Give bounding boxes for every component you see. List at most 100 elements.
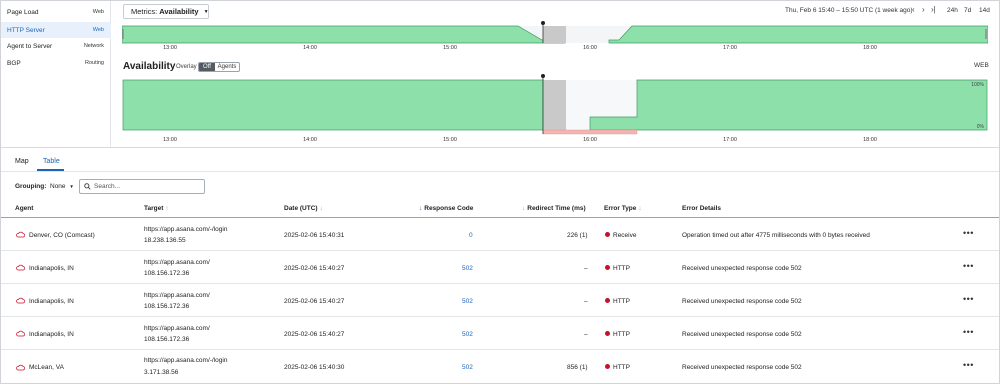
sidebar-item-kind: Web — [92, 9, 104, 15]
timeline-marker-handle[interactable] — [541, 21, 545, 25]
column-header-agent[interactable]: Agent — [15, 205, 33, 212]
error-band — [542, 129, 638, 135]
more-options-icon[interactable]: ••• — [963, 327, 974, 337]
response-code-link[interactable]: 502 — [462, 265, 473, 272]
column-header-label: Date (UTC) — [284, 205, 318, 212]
timeline-tick: 15:00 — [443, 45, 457, 51]
x-axis-tick: 18:00 — [863, 137, 877, 143]
sidebar-item-page-load[interactable]: Page Load Web — [1, 4, 111, 20]
error-dot-icon — [605, 331, 610, 336]
timeline-tick: 13:00 — [163, 45, 177, 51]
target-url: https://app.asana.com/ — [144, 292, 210, 299]
column-header-target[interactable]: Target ↑ — [144, 205, 169, 212]
overlay-off-option[interactable]: Off — [199, 63, 215, 71]
span-7d-button[interactable]: 7d — [964, 7, 971, 14]
target-url: https://app.asana.com/ — [144, 325, 210, 332]
scope-label: WEB — [974, 62, 989, 69]
x-axis-tick: 13:00 — [163, 137, 177, 143]
more-options-icon[interactable]: ••• — [963, 294, 974, 304]
chevron-left-icon[interactable]: ‹ — [912, 5, 915, 14]
column-header-date[interactable]: Date (UTC) ↓ — [284, 205, 323, 212]
availability-chart[interactable]: 100% 0% 13:00 14:00 15:00 16:00 17:00 18… — [122, 73, 988, 145]
response-code-link[interactable]: 502 — [462, 364, 473, 371]
chart-selection[interactable] — [543, 80, 566, 130]
target-url: https://app.asana.com/-/login — [144, 357, 228, 364]
error-dot-icon — [605, 265, 610, 270]
timeline-tick: 18:00 — [863, 45, 877, 51]
tab-map[interactable]: Map — [15, 158, 29, 165]
more-options-icon[interactable]: ••• — [963, 261, 974, 271]
sort-arrow-icon: ↓ — [522, 205, 526, 212]
timeline-tick: 14:00 — [303, 45, 317, 51]
more-options-icon[interactable]: ••• — [963, 228, 974, 238]
target-ip: 108.156.172.36 — [144, 270, 190, 277]
overlay-toggle[interactable]: Off Agents — [198, 62, 240, 72]
sidebar-item-kind: Web — [92, 27, 104, 33]
test-type-sidebar: Page Load Web HTTP Server Web Agent to S… — [1, 1, 111, 148]
availability-bar-after — [589, 79, 988, 131]
table-row[interactable]: Denver, CO (Comcast) https://app.asana.c… — [1, 218, 999, 251]
column-header-error-type[interactable]: Error Type ↓ — [604, 205, 642, 212]
sidebar-item-label: HTTP Server — [7, 26, 45, 34]
sidebar-item-kind: Routing — [85, 60, 104, 66]
sidebar-item-label: Page Load — [7, 8, 39, 16]
table-row[interactable]: McLean, VA https://app.asana.com/-/login… — [1, 350, 999, 383]
chart-marker-handle[interactable] — [541, 74, 545, 78]
sidebar-item-agent-to-server[interactable]: Agent to Server Network — [1, 38, 111, 54]
timeline-selection[interactable] — [543, 26, 566, 43]
redirect-time: 856 (1) — [567, 364, 588, 371]
cloud-agent-icon — [16, 330, 25, 337]
x-axis-tick: 17:00 — [723, 137, 737, 143]
response-code-link[interactable]: 502 — [462, 298, 473, 305]
sidebar-item-http-server[interactable]: HTTP Server Web — [1, 22, 111, 38]
span-24h-button[interactable]: 24h — [947, 7, 958, 14]
metrics-prefix: Metrics: — [131, 7, 158, 16]
sidebar-item-label: Agent to Server — [7, 42, 53, 50]
y-axis-bottom-label: 0% — [977, 124, 985, 130]
column-header-redirect-time[interactable]: ↓ Redirect Time (ms) — [522, 205, 586, 212]
error-type: HTTP — [605, 331, 630, 338]
redirect-time: – — [584, 331, 588, 338]
sidebar-item-bgp[interactable]: BGP Routing — [1, 55, 111, 71]
grouping-dropdown[interactable]: None ▼ — [50, 183, 74, 190]
sort-arrow-icon: ↓ — [319, 205, 323, 212]
span-14d-button[interactable]: 14d — [979, 7, 990, 14]
column-header-response-code[interactable]: ↓ Response Code — [419, 205, 473, 212]
response-code-link[interactable]: 502 — [462, 331, 473, 338]
agent-name: Denver, CO (Comcast) — [29, 232, 95, 239]
redirect-time: 226 (1) — [567, 232, 588, 239]
tab-table[interactable]: Table — [43, 158, 60, 165]
more-options-icon[interactable]: ••• — [963, 360, 974, 370]
skip-to-end-icon[interactable]: ›| — [931, 5, 936, 14]
sort-arrow-icon: ↓ — [638, 205, 642, 212]
timeline-strip[interactable]: 13:00 14:00 15:00 16:00 17:00 18:00 — [122, 20, 988, 54]
metrics-value: Availability — [159, 7, 199, 16]
sidebar-item-kind: Network — [83, 43, 104, 49]
grouping-label: Grouping: — [15, 183, 47, 190]
error-details: Received unexpected response code 502 — [682, 265, 802, 272]
cloud-agent-icon — [16, 264, 25, 271]
error-type-label: Receive — [613, 232, 637, 239]
date-cell: 2025-02-06 15:40:27 — [284, 298, 345, 305]
agent-name: Indianapolis, IN — [29, 265, 74, 272]
response-code-link[interactable]: 0 — [469, 232, 473, 239]
table-row[interactable]: Indianapolis, IN https://app.asana.com/ … — [1, 317, 999, 350]
x-axis-tick: 16:00 — [583, 137, 597, 143]
table-row[interactable]: Indianapolis, IN https://app.asana.com/ … — [1, 251, 999, 284]
search-box[interactable] — [79, 179, 205, 194]
cloud-agent-icon — [16, 231, 25, 238]
agent-name: Indianapolis, IN — [29, 298, 74, 305]
error-dot-icon — [605, 298, 610, 303]
search-input[interactable] — [94, 183, 204, 190]
table-row[interactable]: Indianapolis, IN https://app.asana.com/ … — [1, 284, 999, 317]
target-url: https://app.asana.com/ — [144, 259, 210, 266]
column-header-error-details[interactable]: Error Details — [682, 205, 721, 212]
overlay-label: Overlay — [176, 64, 197, 70]
chevron-right-icon[interactable]: › — [922, 5, 925, 14]
x-axis-tick: 14:00 — [303, 137, 317, 143]
overlay-agents-option[interactable]: Agents — [215, 63, 239, 71]
metrics-dropdown[interactable]: Metrics: Availability ▼ — [123, 4, 209, 19]
x-axis-tick: 15:00 — [443, 137, 457, 143]
timeline-area-left — [122, 25, 566, 44]
column-header-label: Error Type — [604, 205, 637, 212]
